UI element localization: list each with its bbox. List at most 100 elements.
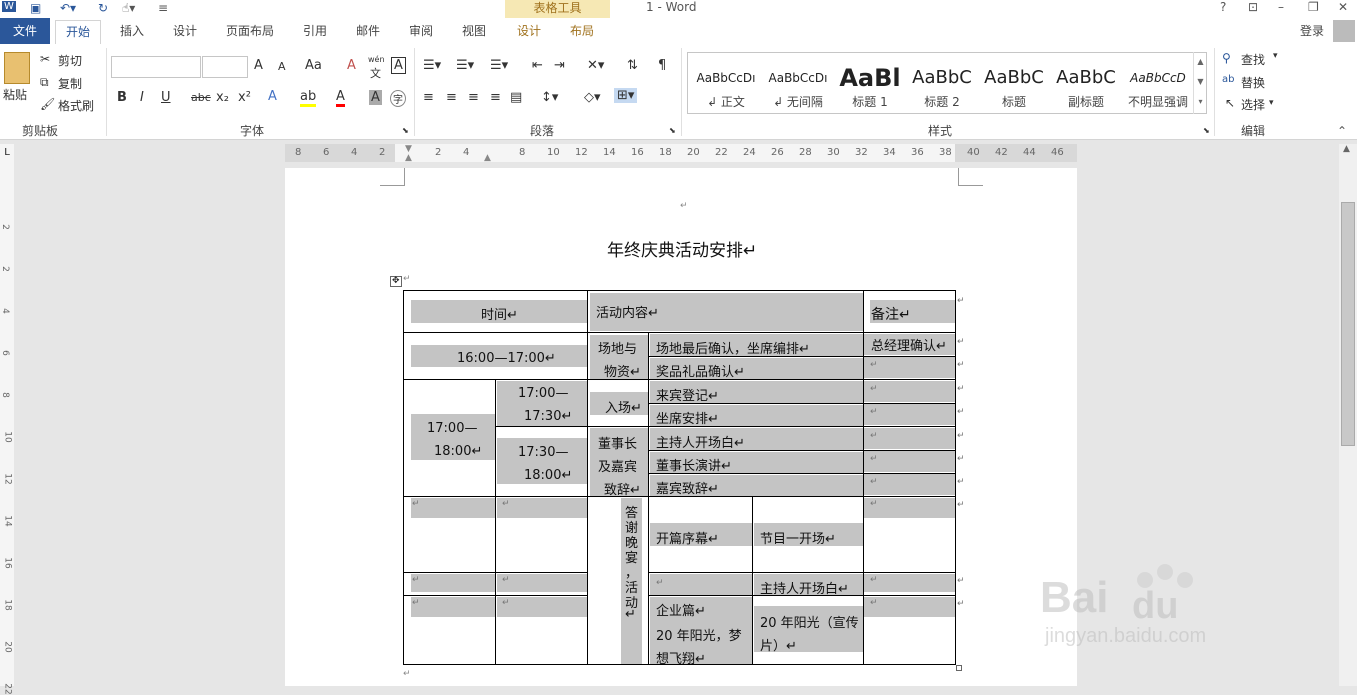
- format-painter-button[interactable]: 格式刷: [58, 97, 94, 114]
- style-item[interactable]: AaBl 标题 1: [834, 63, 906, 115]
- align-center-icon[interactable]: ≡: [446, 90, 457, 105]
- tab-stop-selector[interactable]: L: [0, 144, 14, 162]
- multilevel-list-icon[interactable]: ☰▾: [490, 58, 508, 73]
- close-button[interactable]: ✕: [1338, 0, 1348, 14]
- tab-mailings[interactable]: 邮件: [356, 22, 380, 44]
- cut-button[interactable]: 剪切: [58, 52, 82, 69]
- scroll-thumb[interactable]: [1341, 202, 1355, 446]
- sort-icon[interactable]: ⇅: [627, 58, 638, 73]
- replace-icon[interactable]: ab: [1222, 74, 1234, 85]
- enclose-char-button[interactable]: 字: [390, 90, 406, 107]
- highlight-button[interactable]: ab: [300, 89, 317, 107]
- document-page[interactable]: ↵ 年终庆典活动安排↵ ✥ ↵ 时间↵ 活动内容↵ 备注↵ 16:00—17:00↵ 场…: [285, 168, 1077, 686]
- ribbon-options-icon[interactable]: ⊡: [1248, 0, 1258, 14]
- align-left-icon[interactable]: ≡: [423, 90, 434, 105]
- decrease-indent-icon[interactable]: ⇤: [532, 58, 543, 73]
- tab-table-layout[interactable]: 布局: [570, 22, 594, 44]
- touch-mode-icon[interactable]: ☝▾: [122, 1, 135, 15]
- bold-button[interactable]: B: [117, 90, 127, 105]
- numbering-icon[interactable]: ☰▾: [456, 58, 474, 73]
- font-dialog-launcher-icon[interactable]: ⬊: [402, 126, 409, 135]
- tab-page-layout[interactable]: 页面布局: [226, 22, 274, 44]
- tab-references[interactable]: 引用: [303, 22, 327, 44]
- find-button[interactable]: 查找: [1241, 51, 1265, 68]
- tab-view[interactable]: 视图: [462, 22, 486, 44]
- tab-table-design[interactable]: 设计: [517, 22, 541, 44]
- format-painter-icon[interactable]: 🖌: [40, 97, 55, 111]
- styles-dialog-launcher-icon[interactable]: ⬊: [1203, 126, 1210, 135]
- justify-icon[interactable]: ≡: [490, 90, 501, 105]
- tab-file[interactable]: 文件: [0, 18, 50, 44]
- subscript-button[interactable]: x₂: [216, 90, 229, 105]
- align-right-icon[interactable]: ≡: [468, 90, 479, 105]
- show-marks-icon[interactable]: ¶: [658, 58, 666, 73]
- avatar[interactable]: [1333, 20, 1355, 42]
- select-button[interactable]: 选择: [1241, 96, 1265, 113]
- style-item[interactable]: AaBbCcD 不明显强调: [1122, 63, 1194, 115]
- table-move-handle-icon[interactable]: ✥: [390, 276, 402, 287]
- table-resize-handle-icon[interactable]: [956, 665, 962, 671]
- find-dropdown-icon[interactable]: ▾: [1273, 51, 1278, 61]
- save-icon[interactable]: ▣: [30, 1, 41, 15]
- find-icon[interactable]: ⚲: [1222, 51, 1231, 65]
- char-shading-button[interactable]: A: [369, 90, 382, 105]
- underline-button[interactable]: U: [161, 90, 171, 105]
- select-icon[interactable]: ↖: [1225, 96, 1235, 110]
- styles-scroll-icon[interactable]: ▲ ▼ ▾: [1193, 52, 1207, 114]
- distributed-icon[interactable]: ▤: [510, 90, 522, 105]
- collapse-ribbon-icon[interactable]: ⌃: [1337, 124, 1347, 138]
- style-item[interactable]: AaBbCcDı ↲ 无间隔: [762, 63, 834, 115]
- shading-icon[interactable]: ◇▾: [584, 90, 601, 105]
- column-marker-icon[interactable]: ▲: [484, 153, 491, 163]
- change-case-button[interactable]: Aa: [305, 58, 322, 73]
- paragraph-dialog-launcher-icon[interactable]: ⬊: [669, 126, 676, 135]
- hanging-indent-icon[interactable]: ▲: [405, 153, 412, 163]
- superscript-button[interactable]: x²: [238, 90, 251, 105]
- style-item[interactable]: AaBbC 标题: [978, 63, 1050, 115]
- redo-icon[interactable]: ↻: [98, 1, 108, 15]
- replace-button[interactable]: 替换: [1241, 74, 1265, 91]
- help-button[interactable]: ?: [1220, 0, 1226, 14]
- clear-format-button[interactable]: A: [347, 58, 356, 73]
- shrink-font-button[interactable]: A: [278, 60, 286, 73]
- undo-icon[interactable]: ↶▾: [60, 1, 76, 15]
- copy-button[interactable]: 复制: [58, 75, 82, 92]
- style-item[interactable]: AaBbC 副标题: [1050, 63, 1122, 115]
- tab-insert[interactable]: 插入: [120, 22, 144, 44]
- select-dropdown-icon[interactable]: ▾: [1269, 98, 1274, 108]
- line-spacing-icon[interactable]: ↕▾: [541, 90, 558, 105]
- tab-design[interactable]: 设计: [173, 22, 197, 44]
- asian-layout-icon[interactable]: ✕▾: [587, 58, 604, 73]
- phonetic-guide-button[interactable]: 文: [370, 65, 381, 81]
- style-item[interactable]: AaBbC 标题 2: [906, 63, 978, 115]
- italic-button[interactable]: I: [140, 90, 144, 105]
- copy-icon[interactable]: ⧉: [40, 75, 49, 90]
- text-effects-button[interactable]: A: [268, 89, 277, 104]
- vertical-ruler[interactable]: 2 2 4 6 8 10 12 14 16 18 20 22: [0, 162, 14, 695]
- restore-button[interactable]: ❐: [1308, 0, 1319, 14]
- font-name-select[interactable]: [111, 56, 201, 78]
- tab-home[interactable]: 开始: [55, 20, 102, 45]
- grow-font-button[interactable]: A: [254, 58, 263, 73]
- char-border-button[interactable]: A: [391, 57, 406, 74]
- increase-indent-icon[interactable]: ⇥: [554, 58, 565, 73]
- horizontal-ruler[interactable]: 8 6 4 2 2 4 8 10 12 14 16 18 20 22 24 26 28 30 32 34 36 38 40 4…: [285, 144, 1077, 163]
- document-title[interactable]: 年终庆典活动安排↵: [607, 236, 757, 261]
- tab-review[interactable]: 审阅: [409, 22, 433, 44]
- scroll-up-icon[interactable]: ▲: [1343, 144, 1350, 154]
- font-size-select[interactable]: [202, 56, 248, 78]
- font-color-button[interactable]: A: [336, 89, 345, 107]
- paste-button[interactable]: 粘贴: [3, 86, 27, 103]
- login-link[interactable]: 登录: [1300, 22, 1324, 39]
- vertical-scrollbar[interactable]: ▲: [1339, 144, 1357, 686]
- minimize-button[interactable]: –: [1278, 0, 1284, 14]
- borders-icon[interactable]: ⊞▾: [614, 88, 638, 103]
- style-item[interactable]: AaBbCcDı ↲ 正文: [690, 63, 762, 115]
- strikethrough-button[interactable]: abc: [191, 91, 211, 104]
- customize-toolbar-icon[interactable]: ≡: [158, 1, 168, 15]
- bullets-icon[interactable]: ☰▾: [423, 58, 441, 73]
- cut-icon[interactable]: ✂: [40, 52, 50, 66]
- cell-text: 奖品礼品确认↵: [656, 365, 745, 380]
- phonetic-guide-top[interactable]: wén: [368, 55, 385, 64]
- paste-icon[interactable]: [4, 52, 30, 84]
